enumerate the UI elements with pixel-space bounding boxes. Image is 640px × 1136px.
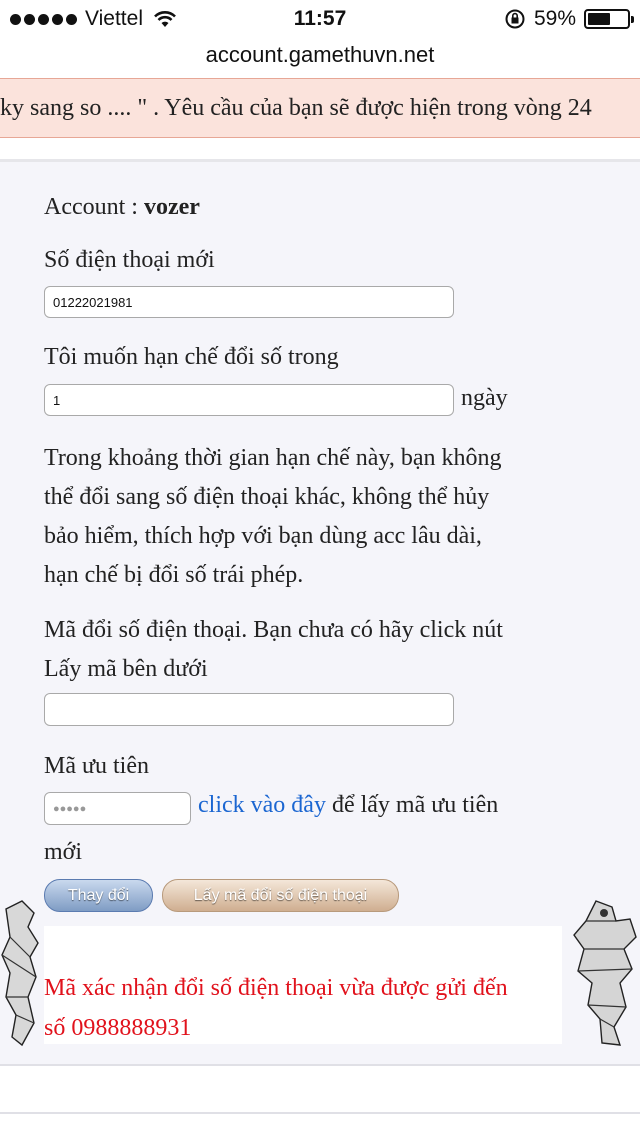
battery-fill — [588, 13, 611, 25]
rotation-lock-icon — [505, 9, 525, 29]
limit-unit: ngày — [461, 385, 508, 411]
code-label: Mã đổi số điện thoại. Bạn chưa có hãy cl… — [44, 611, 564, 689]
result-line: số 0988888931 — [44, 1015, 192, 1041]
change-button[interactable]: Thay đổi — [44, 879, 153, 912]
notice-banner: ky sang so .... " . Yêu cầu của bạn sẽ đ… — [0, 78, 640, 138]
address-bar[interactable]: account.gamethuvn.net — [0, 40, 640, 78]
result-message: Mã xác nhận đổi số điện thoại vừa được g… — [44, 968, 562, 1048]
priority-link[interactable]: click vào đây — [198, 792, 326, 818]
limit-label: Tôi muốn hạn chế đổi số trong — [44, 344, 339, 370]
priority-hint-text: để lấy mã ưu tiên — [325, 792, 499, 818]
footer-divider — [0, 1112, 640, 1114]
warrior-right-image — [573, 900, 637, 1046]
limit-days-input[interactable] — [44, 384, 454, 416]
priority-label: Mã ưu tiên — [44, 753, 149, 779]
status-bar: Viettel 11:57 59% — [0, 0, 640, 40]
code-label-line: Lấy mã bên dưới — [44, 656, 208, 682]
description-line: Trong khoảng thời gian hạn chế này, bạn … — [44, 445, 502, 471]
new-phone-label: Số điện thoại mới — [44, 247, 215, 273]
account-line: Account : vozer — [44, 194, 200, 221]
new-phone-input[interactable] — [44, 286, 454, 318]
result-box: Mã xác nhận đổi số điện thoại vừa được g… — [44, 926, 562, 1044]
battery-icon — [584, 9, 634, 29]
priority-hint-line2: mới — [44, 839, 83, 865]
status-right: 59% — [504, 7, 634, 31]
description-line: hạn chế bị đổi số trái phép. — [44, 562, 304, 588]
get-code-button[interactable]: Lấy mã đổi số điện thoại — [162, 879, 399, 912]
description: Trong khoảng thời gian hạn chế này, bạn … — [44, 439, 564, 595]
priority-hint: click vào đây để lấy mã ưu tiên — [198, 792, 498, 819]
priority-code-input[interactable] — [44, 792, 191, 825]
code-label-line: Mã đổi số điện thoại. Bạn chưa có hãy cl… — [44, 617, 503, 643]
phone-change-code-input[interactable] — [44, 693, 454, 726]
warrior-left-image — [1, 900, 39, 1047]
account-name: vozer — [143, 194, 200, 220]
main-panel: Account : vozer Số điện thoại mới Tôi mu… — [0, 162, 640, 1064]
bottom-divider — [0, 1064, 640, 1066]
result-line: Mã xác nhận đổi số điện thoại vừa được g… — [44, 975, 508, 1001]
battery-percent: 59% — [533, 7, 576, 30]
description-line: bảo hiểm, thích hợp với bạn dùng acc lâu… — [44, 523, 482, 549]
notice-text: ky sang so .... " . Yêu cầu của bạn sẽ đ… — [0, 95, 592, 121]
account-label: Account : — [44, 194, 144, 220]
description-line: thể đổi sang số điện thoại khác, không t… — [44, 484, 490, 510]
